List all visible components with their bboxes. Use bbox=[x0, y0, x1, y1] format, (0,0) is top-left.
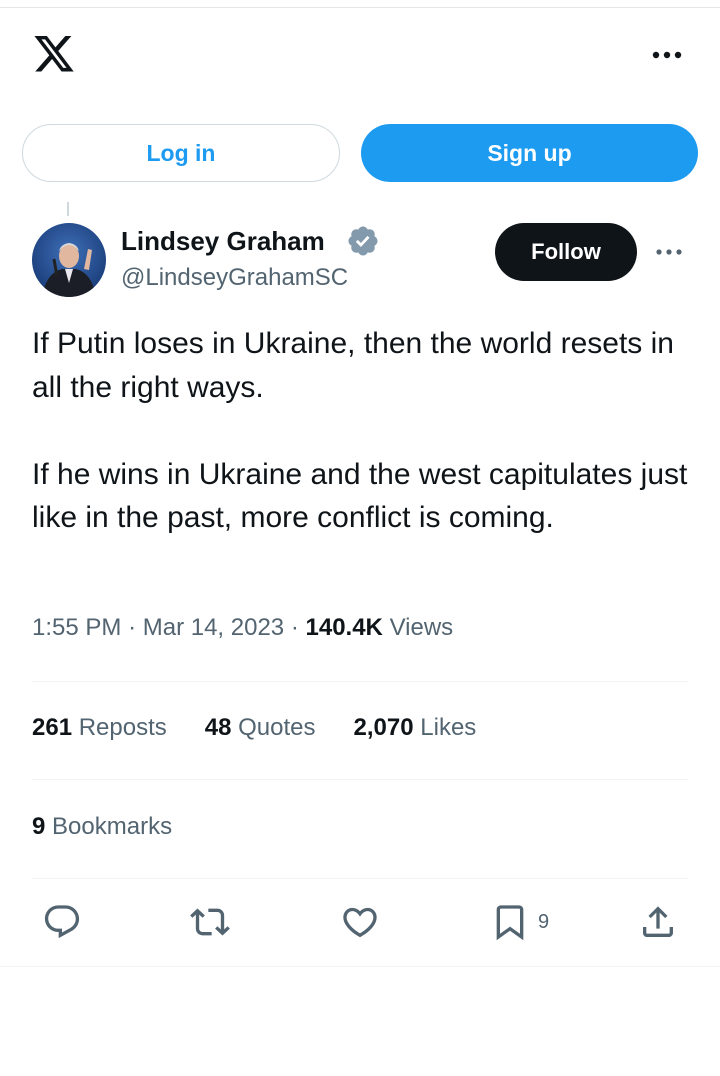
divider bbox=[32, 878, 688, 879]
thread-connector bbox=[67, 202, 69, 216]
verified-badge-icon bbox=[348, 226, 378, 256]
tweet-meta: 1:55 PM · Mar 14, 2023 · 140.4K Views bbox=[32, 614, 453, 642]
tweet-paragraph-1: If Putin loses in Ukraine, then the worl… bbox=[32, 327, 674, 404]
quotes-label: Quotes bbox=[238, 714, 316, 741]
more-horizontal-icon[interactable] bbox=[646, 40, 690, 70]
bookmarks-label: Bookmarks bbox=[52, 813, 173, 840]
divider bbox=[32, 681, 688, 682]
reply-icon[interactable] bbox=[42, 902, 82, 942]
quotes-stat[interactable]: 48 Quotes bbox=[205, 714, 316, 742]
views-label: Views bbox=[389, 614, 454, 641]
author-handle[interactable]: @LindseyGrahamSC bbox=[121, 264, 348, 292]
avatar-photo bbox=[32, 223, 106, 297]
tweet-text: If Putin loses in Ukraine, then the worl… bbox=[32, 322, 702, 540]
tweet-more-icon[interactable] bbox=[652, 238, 688, 266]
bookmarks-count: 9 bbox=[32, 813, 46, 840]
repost-icon[interactable] bbox=[190, 902, 230, 942]
bookmarks-stat: 9 Bookmarks bbox=[32, 813, 172, 841]
tweet-paragraph-2: If he wins in Ukraine and the west capit… bbox=[32, 457, 688, 535]
likes-label: Likes bbox=[420, 714, 477, 741]
login-button[interactable]: Log in bbox=[22, 124, 340, 182]
top-divider bbox=[0, 0, 720, 8]
divider bbox=[32, 779, 688, 780]
tweet-date[interactable]: Mar 14, 2023 bbox=[143, 614, 284, 641]
author-name[interactable]: Lindsey Graham bbox=[121, 226, 325, 257]
likes-stat[interactable]: 2,070 Likes bbox=[354, 714, 477, 742]
reposts-count: 261 bbox=[32, 714, 73, 741]
heart-icon[interactable] bbox=[340, 902, 380, 942]
meta-separator: · bbox=[128, 614, 137, 641]
likes-count: 2,070 bbox=[353, 714, 414, 741]
meta-separator: · bbox=[290, 614, 299, 641]
engagement-stats: 261 Reposts 48 Quotes 2,070 Likes bbox=[32, 714, 514, 742]
x-logo-icon[interactable] bbox=[32, 36, 76, 76]
bottom-divider bbox=[0, 966, 720, 967]
reposts-label: Reposts bbox=[78, 714, 167, 741]
avatar[interactable] bbox=[32, 223, 106, 297]
reposts-stat[interactable]: 261 Reposts bbox=[32, 714, 167, 742]
bookmark-icon[interactable] bbox=[490, 902, 530, 942]
signup-button[interactable]: Sign up bbox=[361, 124, 698, 182]
bookmark-count: 9 bbox=[538, 911, 550, 933]
tweet-time[interactable]: 1:55 PM bbox=[32, 614, 121, 641]
follow-button[interactable]: Follow bbox=[495, 223, 637, 281]
share-icon[interactable] bbox=[638, 902, 678, 942]
views-count: 140.4K bbox=[305, 614, 383, 641]
quotes-count: 48 bbox=[204, 714, 232, 741]
